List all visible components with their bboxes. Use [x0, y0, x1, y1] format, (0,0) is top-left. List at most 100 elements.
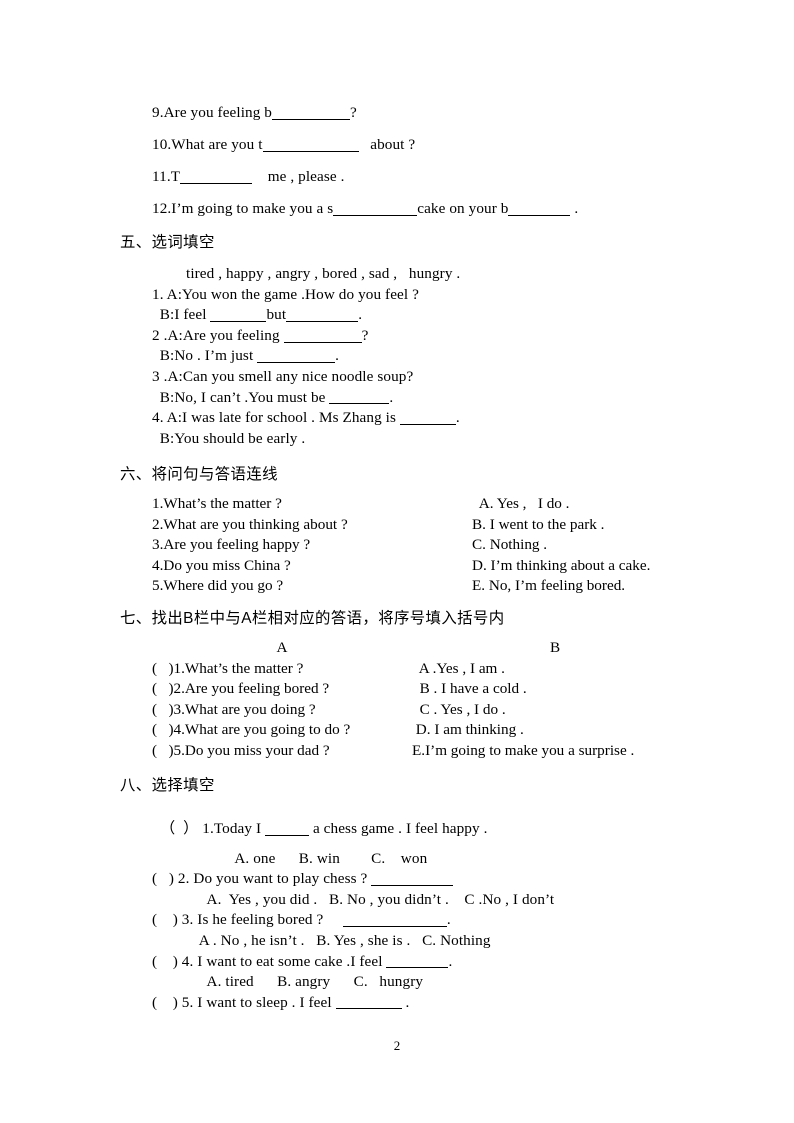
- match-row: 5.Where did you go ? E. No, I’m feeling …: [152, 576, 794, 597]
- section-5-a4: B:You should be early .: [152, 429, 306, 447]
- section-8-q4-stem-post: .: [448, 952, 453, 970]
- section-5-q4: 4. A:I was late for school . Ms Zhang is…: [0, 408, 794, 429]
- section-8-question-2: ( ) 2. Do you want to play chess ?: [0, 869, 794, 890]
- section-6: 六、将问句与答语连线 1.What’s the matter ? A. Yes …: [0, 464, 794, 597]
- item-11-number: 11.: [152, 168, 171, 185]
- section-5-q2: 2 .A:Are you feeling ?: [0, 326, 794, 347]
- section-6-question-5[interactable]: 5.Where did you go ?: [152, 576, 472, 597]
- section-6-question-4[interactable]: 4.Do you miss China ?: [152, 556, 472, 577]
- section-6-answer-C[interactable]: C. Nothing .: [472, 535, 794, 556]
- page-number: 2: [393, 1038, 401, 1053]
- section-5-a1-pre: B:I feel: [152, 306, 211, 324]
- section-7-question-4[interactable]: ( )4.What are you going to do ?: [152, 720, 412, 741]
- section-8-q1-options[interactable]: A. one B. win C. won: [0, 849, 794, 870]
- section-5-q2-blank: [283, 327, 362, 343]
- section-6-question-1[interactable]: 1.What’s the matter ?: [152, 494, 472, 515]
- section-5-a2-blank: [257, 348, 336, 364]
- section-8-q5-stem-post: .: [401, 993, 410, 1011]
- item-9-text-after: ?: [350, 104, 357, 121]
- section-5-word-bank: tired , happy , angry , bored , sad , hu…: [186, 265, 461, 282]
- table-row: ( )3.What are you doing ? C . Yes , I do…: [152, 700, 794, 721]
- item-10-number: 10.: [152, 136, 172, 153]
- section-5-a2-post: .: [335, 347, 340, 365]
- section-7-question-2[interactable]: ( )2.Are you feeling bored ?: [152, 679, 412, 700]
- section-8-q2-stem-pre: ( ) 2. Do you want to play chess ?: [152, 870, 372, 888]
- fill-in-letters-block: 9.Are you feeling b? 10.What are you t a…: [0, 97, 794, 225]
- item-12-blank-2: [508, 200, 571, 216]
- section-5-a3: B:No, I can’t .You must be .: [0, 388, 794, 409]
- section-5-a3-pre: B:No, I can’t .You must be: [152, 388, 330, 406]
- item-11-text-after: me , please .: [252, 168, 345, 185]
- section-8-q2-options[interactable]: A. Yes , you did . B. No , you didn’t . …: [0, 890, 794, 911]
- section-8-q5-stem-pre: ( ) 5. I want to sleep . I feel: [152, 993, 336, 1011]
- section-5-a1: B:I feel but.: [0, 305, 794, 326]
- section-8-question-3: ( ) 3. Is he feeling bored ? .: [0, 910, 794, 931]
- section-7-answer-B[interactable]: B . I have a cold .: [412, 679, 794, 700]
- section-5-q4-post: .: [455, 409, 460, 427]
- section-5-a3-blank: [329, 389, 390, 405]
- section-7-question-3[interactable]: ( )3.What are you doing ?: [152, 700, 412, 721]
- section-8-q4-stem-pre: ( ) 4. I want to eat some cake .I feel: [152, 952, 387, 970]
- exercise-item-11: 11.T me , please .: [0, 161, 794, 193]
- section-6-answer-D[interactable]: D. I’m thinking about a cake.: [472, 556, 794, 577]
- section-5-a2-pre: B:No . I’m just: [152, 347, 258, 365]
- table-row: ( )4.What are you going to do ? D. I am …: [152, 720, 794, 741]
- section-7-answer-D[interactable]: D. I am thinking .: [412, 720, 794, 741]
- item-10-text-after: about ?: [358, 136, 416, 153]
- section-7-match-list: A B ( )1.What’s the matter ? A .Yes , I …: [0, 638, 794, 762]
- section-8-q3-blank: [342, 912, 447, 928]
- section-6-heading: 六、将问句与答语连线: [120, 466, 278, 483]
- section-6-answer-B[interactable]: B. I went to the park .: [472, 515, 794, 536]
- exercise-item-9: 9.Are you feeling b?: [0, 97, 794, 129]
- section-7-answer-A[interactable]: A .Yes , I am .: [412, 659, 794, 680]
- section-5-heading: 五、选词填空: [120, 234, 215, 251]
- section-7-question-1[interactable]: ( )1.What’s the matter ?: [152, 659, 412, 680]
- section-7-column-headers: A B: [152, 638, 794, 659]
- section-5-a1-mid: but: [266, 306, 287, 324]
- section-8-question-5: ( ) 5. I want to sleep . I feel .: [0, 993, 794, 1014]
- section-8: 八、选择填空 （ ） 1.Today I a chess game . I fe…: [0, 775, 794, 1013]
- item-12-text-after: .: [570, 200, 579, 217]
- section-6-match-list: 1.What’s the matter ? A. Yes , I do . 2.…: [0, 494, 794, 597]
- item-11-blank: [180, 168, 253, 184]
- section-6-question-2[interactable]: 2.What are you thinking about ?: [152, 515, 472, 536]
- section-8-q4-options[interactable]: A. tired B. angry C. hungry: [0, 972, 794, 993]
- section-7-answer-E[interactable]: E.I’m going to make you a surprise .: [412, 741, 794, 762]
- table-row: ( )1.What’s the matter ? A .Yes , I am .: [152, 659, 794, 680]
- section-8-q3-stem-post: .: [446, 911, 451, 929]
- section-5-q2-post: ?: [361, 326, 369, 344]
- section-6-answer-E[interactable]: E. No, I’m feeling bored.: [472, 576, 794, 597]
- section-8-q3-options[interactable]: A . No , he isn’t . B. Yes , she is . C.…: [0, 931, 794, 952]
- item-12-text-before: I’m going to make you a s: [171, 200, 334, 217]
- section-7: 七、找出B栏中与A栏相对应的答语，将序号填入括号内 A B ( )1.What’…: [0, 608, 794, 762]
- section-5-q3: 3 .A:Can you smell any nice noodle soup?: [152, 367, 414, 385]
- section-8-q1-stem-pre: （ ） 1.Today I: [160, 820, 266, 837]
- section-8-q3-stem-pre: ( ) 3. Is he feeling bored ?: [152, 911, 343, 929]
- item-12-blank-1: [333, 200, 418, 216]
- worksheet-page: 9.Are you feeling b? 10.What are you t a…: [0, 0, 794, 1123]
- section-5-a3-post: .: [389, 388, 394, 406]
- item-9-blank: [272, 104, 350, 120]
- section-5-a1-blank-1: [210, 306, 267, 322]
- section-8-question-1: （ ） 1.Today I a chess game . I feel happ…: [0, 819, 794, 840]
- section-7-question-5[interactable]: ( )5.Do you miss your dad ?: [152, 741, 412, 762]
- section-5-q4-blank: [399, 409, 456, 425]
- section-7-heading: 七、找出B栏中与A栏相对应的答语，将序号填入括号内: [120, 610, 505, 627]
- section-7-col-b-header: B: [550, 639, 561, 656]
- section-5-q4-pre: 4. A:I was late for school . Ms Zhang is: [152, 409, 400, 427]
- item-10-text-before: What are you t: [171, 136, 263, 153]
- item-12-text-middle: cake on your b: [417, 200, 509, 217]
- section-7-answer-C[interactable]: C . Yes , I do .: [412, 700, 794, 721]
- section-8-q1-stem-post: a chess game . I feel happy .: [309, 820, 488, 837]
- table-row: ( )5.Do you miss your dad ? E.I’m going …: [152, 741, 794, 762]
- section-8-question-4: ( ) 4. I want to eat some cake .I feel .: [0, 952, 794, 973]
- section-5-a1-blank-2: [286, 306, 359, 322]
- item-9-number: 9.: [152, 104, 164, 121]
- section-7-col-a-header: A: [276, 639, 288, 656]
- section-8-q5-blank: [335, 994, 402, 1010]
- section-8-heading: 八、选择填空: [120, 777, 215, 794]
- table-row: ( )2.Are you feeling bored ? B . I have …: [152, 679, 794, 700]
- section-5-q2-pre: 2 .A:Are you feeling: [152, 326, 284, 344]
- section-6-question-3[interactable]: 3.Are you feeling happy ?: [152, 535, 472, 556]
- section-6-answer-A[interactable]: A. Yes , I do .: [472, 494, 794, 515]
